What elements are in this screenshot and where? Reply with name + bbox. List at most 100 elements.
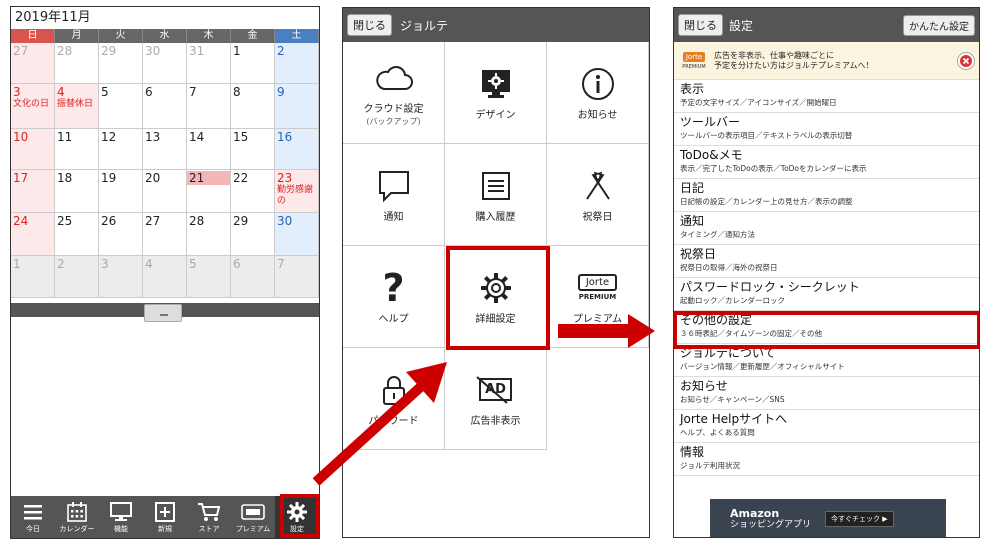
settings-row[interactable]: 祝祭日 祝祭日の取得／海外の祝祭日 [674,245,979,278]
calendar-day-cell[interactable]: 8 [231,84,275,128]
menu-item-password[interactable]: パスワード [343,348,445,450]
menu-item-holidays[interactable]: 祝祭日 [547,144,649,246]
calendar-day-cell[interactable]: 28 [55,43,99,83]
toolbar-today-button[interactable]: 今日 [11,496,55,538]
calendar-day-cell[interactable]: 24 [11,213,55,255]
day-number: 19 [101,171,117,185]
calendar-day-cell[interactable]: 29 [231,213,275,255]
premium-promo-banner[interactable]: Jorte PREMIUM 広告を非表示、仕事や趣味ごとに 予定を分けたい方はジ… [674,42,979,80]
calendar-day-cell[interactable]: 4 振替休日 [55,84,99,128]
calendar-day-cell[interactable]: 19 [99,170,143,212]
menu-item-cloud-settings[interactable]: クラウド設定 (バックアップ) [343,42,445,144]
calendar-day-cell[interactable]: 9 [275,84,319,128]
settings-row[interactable]: 日記 日記帳の設定／カレンダー上の見せ方／表示の調整 [674,179,979,212]
close-button[interactable]: 閉じる [347,14,392,36]
settings-row[interactable]: 表示 予定の文字サイズ／アイコンサイズ／開始曜日 [674,80,979,113]
calendar-day-cell[interactable]: 7 [275,256,319,297]
settings-row[interactable]: Jorte Helpサイトへ ヘルプ、よくある質問 [674,410,979,443]
menu-item-hide-ads[interactable]: AD 広告非表示 [445,348,547,450]
day-number: 23 [277,171,293,185]
calendar-day-cell[interactable]: 6 [143,84,187,128]
settings-row[interactable]: 通知 タイミング／通知方法 [674,212,979,245]
calendar-day-cell[interactable]: 11 [55,129,99,169]
calendar-day-cell[interactable]: 30 [143,43,187,83]
calendar-day-cell[interactable]: 2 [275,43,319,83]
calendar-day-cell[interactable]: 29 [99,43,143,83]
calendar-day-cell[interactable]: 16 [275,129,319,169]
calendar-day-cell[interactable]: 5 [187,256,231,297]
calendar-day-cell[interactable]: 7 [187,84,231,128]
calendar-day-cell[interactable]: 14 [187,129,231,169]
settings-row[interactable]: お知らせ お知らせ／キャンペーン／SNS [674,377,979,410]
calendar-day-cell[interactable]: 3 [99,256,143,297]
calendar-day-cell[interactable]: 23 勤労感謝の [275,170,319,212]
calendar-day-cell[interactable]: 12 [99,129,143,169]
calendar-day-cell[interactable]: 4 [143,256,187,297]
day-number: 17 [13,171,29,185]
weekday-label: 木 [187,29,231,43]
calendar-day-cell[interactable]: 26 [99,213,143,255]
menu-item-news[interactable]: お知らせ [547,42,649,144]
settings-row[interactable]: 情報 ジョルテ利用状況 [674,443,979,476]
close-button[interactable]: 閉じる [678,14,723,36]
toolbar-store-button[interactable]: ストア [187,496,231,538]
toolbar-new-button[interactable]: 新規 [143,496,187,538]
menu-item-help[interactable]: ? ヘルプ [343,246,445,348]
weekday-header: 日月火水木金土 [11,29,319,43]
menu-item-notification[interactable]: 通知 [343,144,445,246]
calendar-day-cell[interactable]: 28 [187,213,231,255]
info-icon [581,64,615,104]
calendar-day-cell[interactable]: 10 [11,129,55,169]
jorte-premium-icon [241,500,265,524]
ad-check-button[interactable]: 今すぐチェック ▶ [825,511,894,527]
drag-handle[interactable] [144,304,182,322]
close-icon[interactable] [957,51,975,70]
day-number: 21 [187,171,230,185]
amazon-ad-banner[interactable]: Amazon ショッピングアプリ 今すぐチェック ▶ [710,499,946,537]
menu-icon [23,500,43,524]
calendar-day-cell[interactable]: 5 [99,84,143,128]
menu-item-premium[interactable]: Jorte PREMIUM プレミアム [547,246,649,348]
menu-item-label: プレミアム [572,313,623,325]
calendar-day-cell[interactable]: 15 [231,129,275,169]
calendar-day-cell[interactable]: 6 [231,256,275,297]
settings-row-subtitle: お知らせ／キャンペーン／SNS [680,395,785,404]
toolbar-calendar-button[interactable]: カレンダー [55,496,99,538]
calendar-screen: 2019年11月 日月火水木金土 27 28 29 30 31 1 2 3 文化の日 4 振替休日 5… [10,6,320,539]
holiday-name: 振替休日 [57,99,94,109]
ad-off-icon: AD [476,370,512,410]
calendar-day-cell[interactable]: 1 [231,43,275,83]
day-number: 12 [101,130,117,144]
bottom-toolbar: 今日 カレンダー 機能 新規 ストア プレミアム 設定 [11,494,319,538]
calendar-day-cell[interactable]: 2 [55,256,99,297]
menu-title: ジョルテ [400,18,449,33]
calendar-day-cell[interactable]: 27 [143,213,187,255]
premium-logo-sub: PREMIUM [578,293,617,301]
calendar-day-cell[interactable]: 18 [55,170,99,212]
day-number: 16 [277,130,293,144]
menu-item-label: 通知 [383,211,404,223]
advanced-settings-highlight-box [446,246,550,350]
calendar-day-cell[interactable]: 27 [11,43,55,83]
calendar-day-cell[interactable]: 22 [231,170,275,212]
day-number: 5 [189,257,197,271]
calendar-day-cell[interactable]: 20 [143,170,187,212]
calendar-day-cell[interactable]: 1 [11,256,55,297]
settings-row[interactable]: パスワードロック・シークレット 起動ロック／カレンダーロック [674,278,979,311]
calendar-day-cell[interactable]: 30 [275,213,319,255]
toolbar-premium-button[interactable]: プレミアム [231,496,275,538]
day-number: 7 [277,257,285,271]
calendar-day-cell[interactable]: 25 [55,213,99,255]
calendar-day-cell[interactable]: 3 文化の日 [11,84,55,128]
toolbar-functions-button[interactable]: 機能 [99,496,143,538]
calendar-day-cell[interactable]: 21 [187,170,231,212]
menu-item-design[interactable]: デザイン [445,42,547,144]
easy-settings-button[interactable]: かんたん設定 [903,14,975,36]
calendar-day-cell[interactable]: 13 [143,129,187,169]
day-number: 18 [57,171,73,185]
calendar-day-cell[interactable]: 17 [11,170,55,212]
menu-item-purchase-history[interactable]: 購入履歴 [445,144,547,246]
settings-row[interactable]: ツールバー ツールバーの表示項目／テキストラベルの表示切替 [674,113,979,146]
settings-row[interactable]: ToDo&メモ 表示／完了したToDoの表示／ToDoをカレンダーに表示 [674,146,979,179]
calendar-day-cell[interactable]: 31 [187,43,231,83]
